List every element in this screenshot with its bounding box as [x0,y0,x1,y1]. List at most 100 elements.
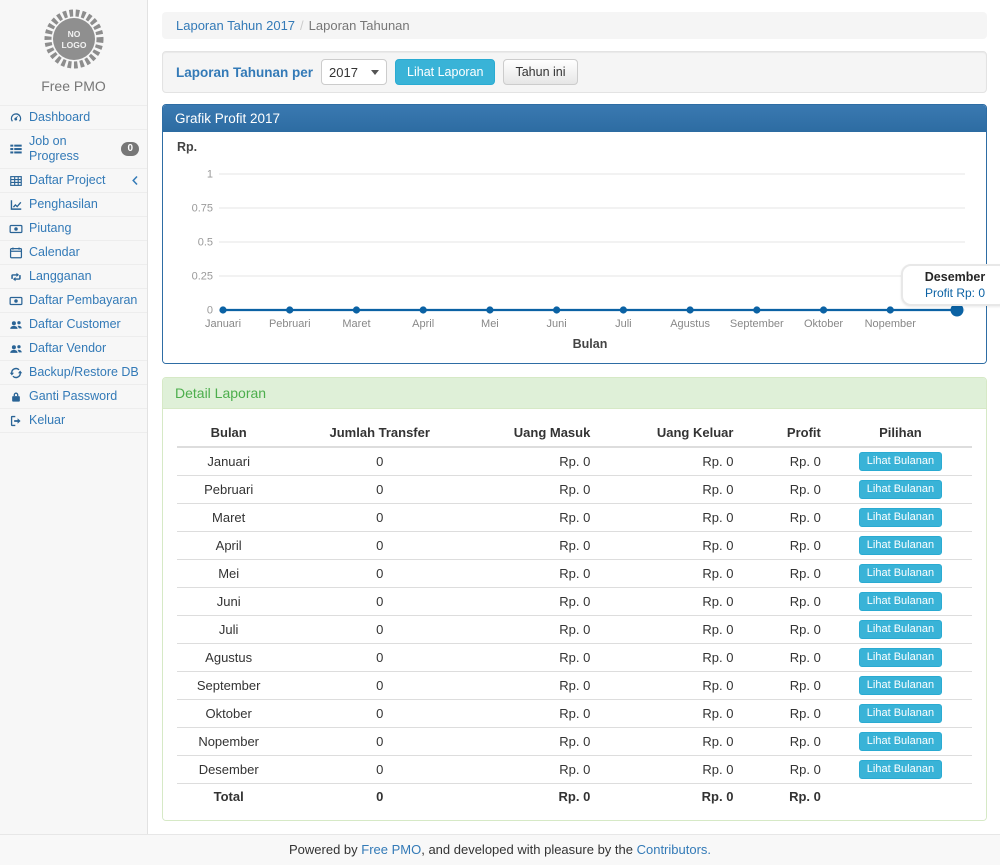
sidebar-item-daftar-project[interactable]: Daftar Project [0,168,147,192]
lihat-bulanan-button[interactable]: Lihat Bulanan [859,732,942,751]
table-cell: 0 [280,532,479,560]
table-cell: Nopember [177,728,280,756]
sidebar-item-piutang[interactable]: Piutang [0,216,147,240]
table-row: Juni0Rp. 0Rp. 0Rp. 0Lihat Bulanan [177,588,972,616]
lihat-bulanan-button[interactable]: Lihat Bulanan [859,536,942,555]
lihat-bulanan-button[interactable]: Lihat Bulanan [859,592,942,611]
table-cell: 0 [280,447,479,476]
table-cell: Pebruari [177,476,280,504]
profit-chart-area: Rp.00.250.50.751JanuariPebruariMaretApri… [175,138,974,355]
breadcrumb-link-laporan-tahun[interactable]: Laporan Tahun 2017 [176,18,295,33]
chart-tooltip-title: Desember [909,270,1000,284]
money-icon [9,222,23,236]
sidebar-item-dashboard[interactable]: Dashboard [0,105,147,129]
lihat-laporan-button[interactable]: Lihat Laporan [395,59,495,85]
sidebar-item-ganti-password[interactable]: Ganti Password [0,384,147,408]
footer-link-free-pmo[interactable]: Free PMO [361,842,421,857]
retweet-icon [9,270,23,284]
table-row: Desember0Rp. 0Rp. 0Rp. 0Lihat Bulanan [177,756,972,784]
svg-text:Mei: Mei [481,318,499,330]
footer-text-middle: , and developed with pleasure by the [421,842,636,857]
table-cell: Rp. 0 [598,616,741,644]
app-logo: NO LOGO [0,7,147,71]
total-value: Rp. 0 [598,784,741,809]
sidebar: NO LOGO Free PMO Dashboard Job on Progres… [0,0,148,834]
sidebar-item-job-on-progress[interactable]: Job on Progress0 [0,129,147,168]
sidebar-item-daftar-pembayaran[interactable]: Daftar Pembayaran [0,288,147,312]
svg-text:Oktober: Oktober [804,318,843,330]
table-row: Pebruari0Rp. 0Rp. 0Rp. 0Lihat Bulanan [177,476,972,504]
column-header: Bulan [177,419,280,447]
lihat-bulanan-button[interactable]: Lihat Bulanan [859,704,942,723]
svg-text:Bulan: Bulan [573,337,608,351]
sidebar-item-keluar[interactable]: Keluar [0,408,147,432]
footer-link-contributors[interactable]: Contributors. [637,842,711,857]
column-header: Profit [741,419,828,447]
svg-text:0.25: 0.25 [192,271,213,283]
sidebar-item-daftar-vendor[interactable]: Daftar Vendor [0,336,147,360]
profit-line-chart[interactable]: Rp.00.250.50.751JanuariPebruariMaretApri… [175,138,973,352]
svg-text:Agustus: Agustus [670,318,710,330]
lihat-bulanan-button[interactable]: Lihat Bulanan [859,508,942,527]
tahun-ini-button[interactable]: Tahun ini [503,59,577,85]
chart-panel-title: Grafik Profit 2017 [163,105,986,132]
breadcrumb: Laporan Tahun 2017/Laporan Tahunan [162,12,987,39]
lihat-bulanan-button[interactable]: Lihat Bulanan [859,620,942,639]
lihat-bulanan-button[interactable]: Lihat Bulanan [859,480,942,499]
table-row: Maret0Rp. 0Rp. 0Rp. 0Lihat Bulanan [177,504,972,532]
calendar-icon [9,246,23,260]
table-cell: Rp. 0 [479,532,598,560]
sidebar-item-calendar[interactable]: Calendar [0,240,147,264]
table-cell: Rp. 0 [598,728,741,756]
table-cell-action: Lihat Bulanan [829,447,972,476]
table-cell-action: Lihat Bulanan [829,532,972,560]
lihat-bulanan-button[interactable]: Lihat Bulanan [859,452,942,471]
svg-text:Juli: Juli [615,318,632,330]
sidebar-item-label: Daftar Project [29,173,105,188]
refresh-icon [9,366,23,380]
sign-out-icon [9,414,23,428]
table-cell: 0 [280,672,479,700]
table-cell: Rp. 0 [741,728,828,756]
year-select[interactable]: 2017 [321,59,387,85]
table-row: Nopember0Rp. 0Rp. 0Rp. 0Lihat Bulanan [177,728,972,756]
lihat-bulanan-button[interactable]: Lihat Bulanan [859,564,942,583]
table-total-row: Total0Rp. 0Rp. 0Rp. 0 [177,784,972,809]
sidebar-item-label: Calendar [29,245,80,260]
table-cell: Rp. 0 [479,560,598,588]
sidebar-item-label: Ganti Password [29,389,117,404]
table-cell: Agustus [177,644,280,672]
column-header: Pilihan [829,419,972,447]
lihat-bulanan-button[interactable]: Lihat Bulanan [859,760,942,779]
table-cell: Rp. 0 [598,756,741,784]
sidebar-nav: Dashboard Job on Progress0 Daftar Project P… [0,105,147,433]
table-cell: 0 [280,644,479,672]
table-cell: Rp. 0 [741,504,828,532]
job-count-badge: 0 [121,142,139,156]
sidebar-item-langganan[interactable]: Langganan [0,264,147,288]
table-cell-action: Lihat Bulanan [829,672,972,700]
profit-chart-panel: Grafik Profit 2017 Rp.00.250.50.751Janua… [162,104,987,364]
lihat-bulanan-button[interactable]: Lihat Bulanan [859,676,942,695]
sidebar-item-label: Penghasilan [29,197,98,212]
table-cell: Rp. 0 [479,644,598,672]
money-icon [9,294,23,308]
chart-tooltip-value: Profit Rp: 0 [909,286,1000,300]
table-cell: Rp. 0 [741,756,828,784]
svg-text:LOGO: LOGO [61,40,86,50]
chevron-down-icon [371,70,379,75]
lihat-bulanan-button[interactable]: Lihat Bulanan [859,648,942,667]
brand-name: Free PMO [0,78,147,94]
table-cell: Rp. 0 [598,476,741,504]
sidebar-item-backup-restore-db[interactable]: Backup/Restore DB [0,360,147,384]
sidebar-item-label: Daftar Pembayaran [29,293,137,308]
table-cell: Rp. 0 [479,588,598,616]
table-cell-action: Lihat Bulanan [829,476,972,504]
sidebar-item-penghasilan[interactable]: Penghasilan [0,192,147,216]
sidebar-item-label: Dashboard [29,110,90,125]
table-cell-action: Lihat Bulanan [829,756,972,784]
table-row: Juli0Rp. 0Rp. 0Rp. 0Lihat Bulanan [177,616,972,644]
sidebar-item-daftar-customer[interactable]: Daftar Customer [0,312,147,336]
table-cell: Mei [177,560,280,588]
table-cell: Rp. 0 [479,447,598,476]
